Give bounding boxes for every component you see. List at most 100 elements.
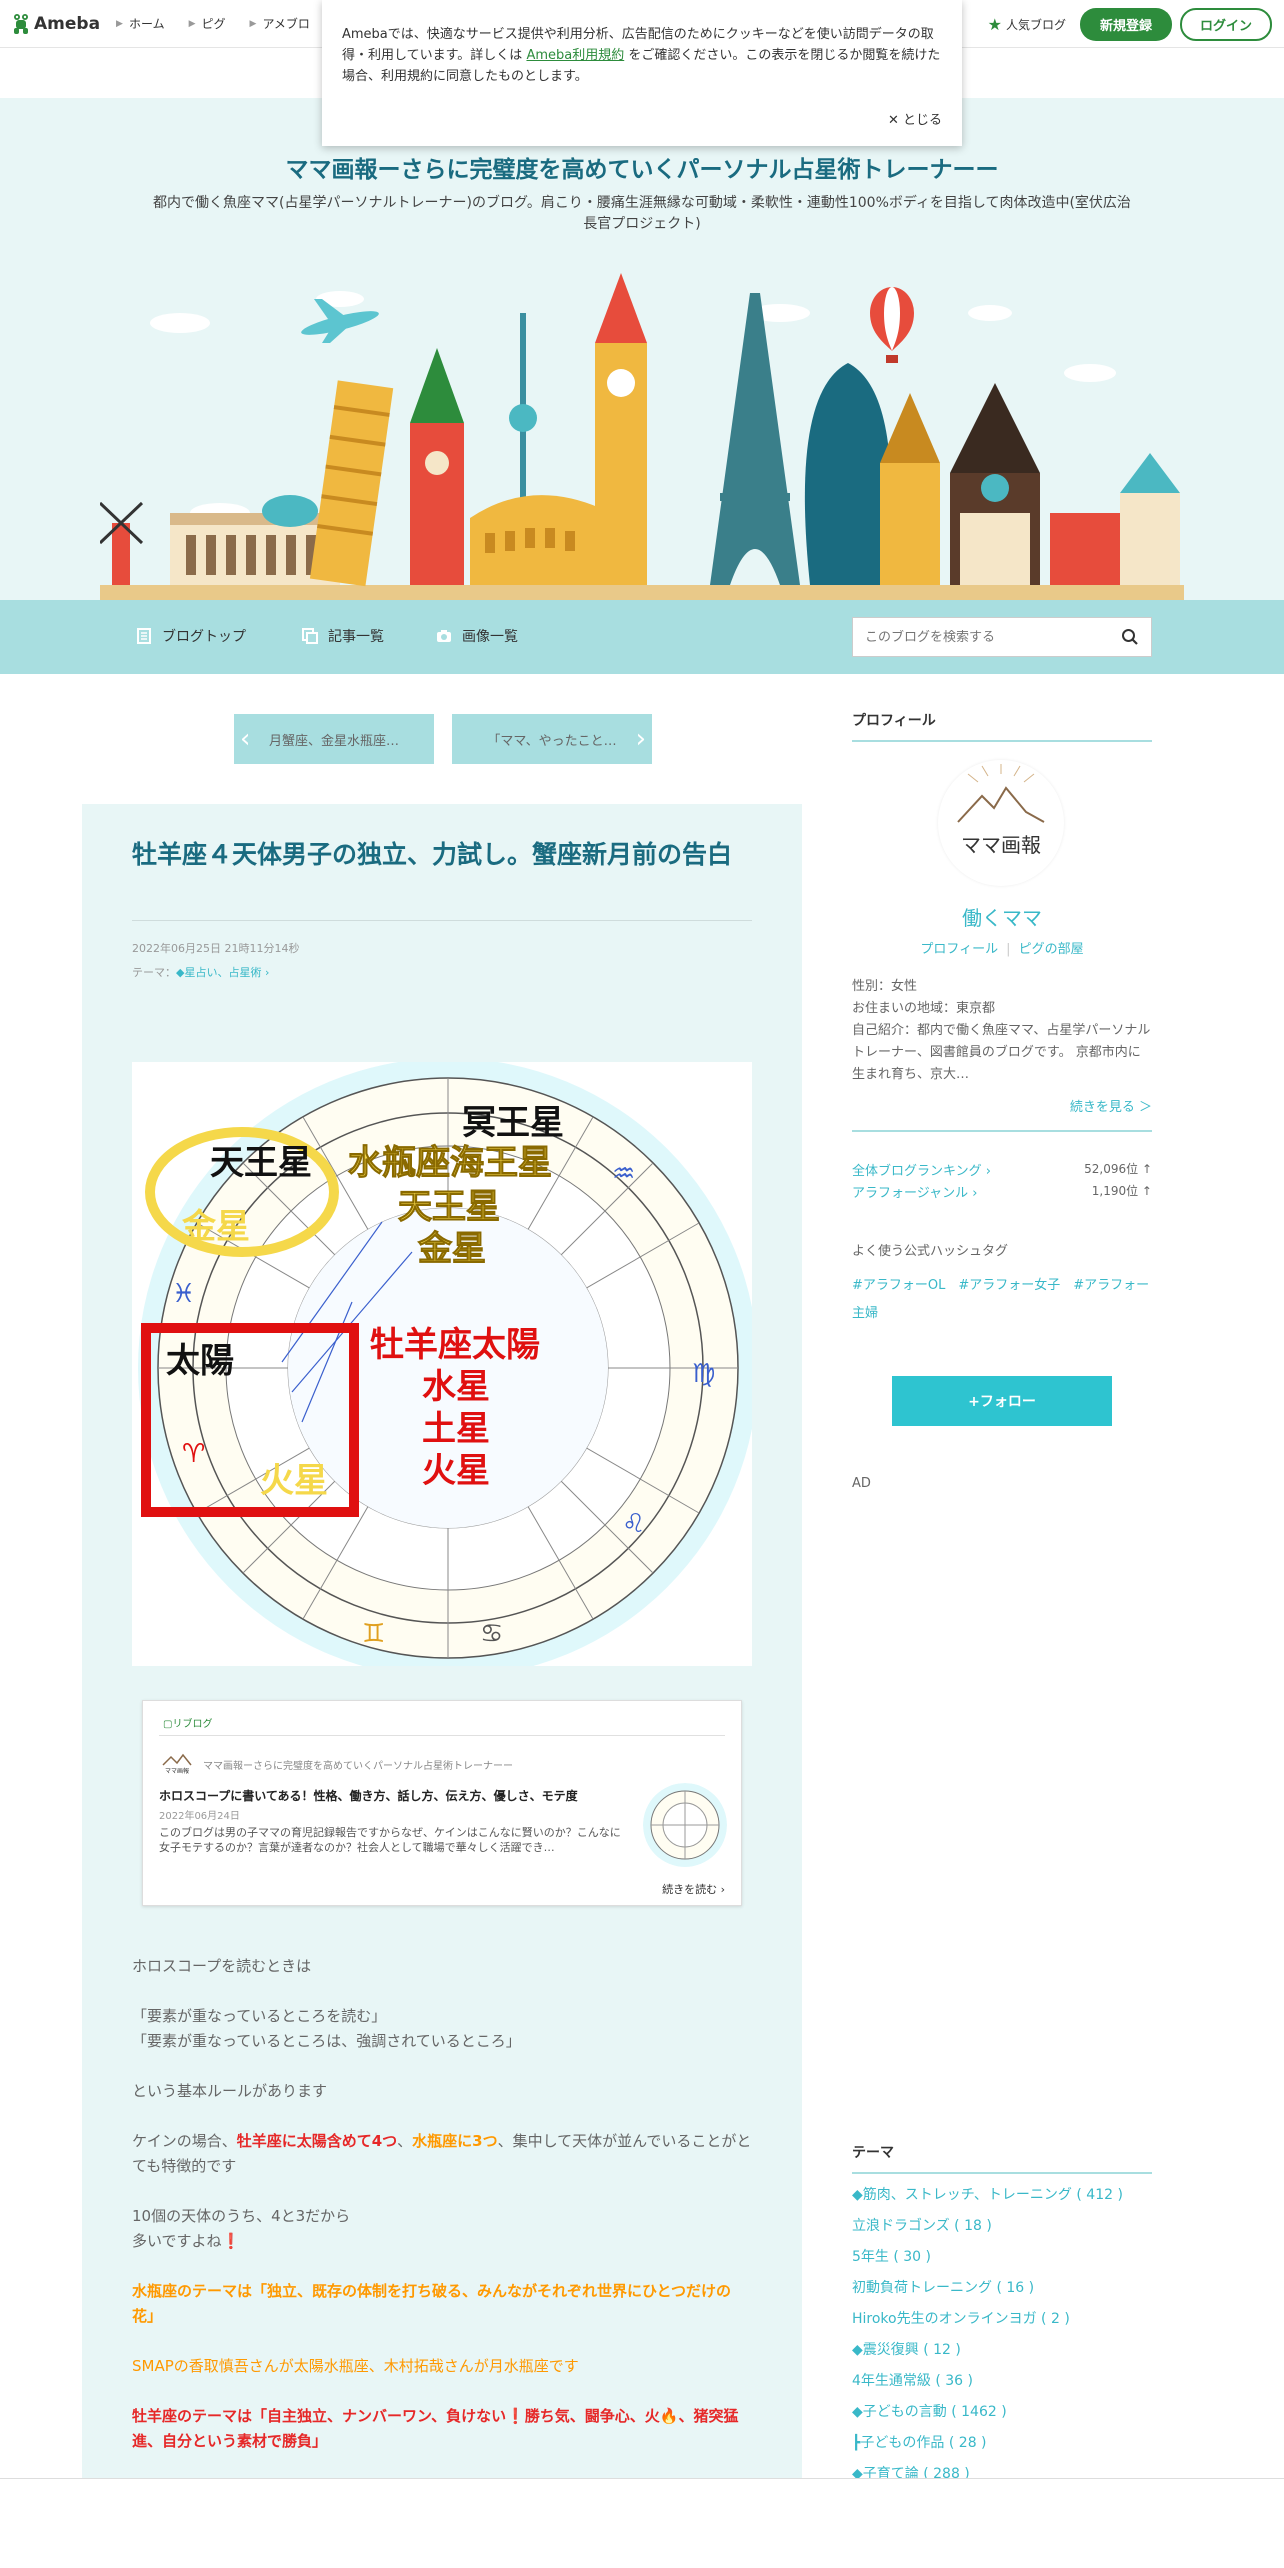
reblog-read-more-label: 続きを読む: [662, 1883, 718, 1896]
top-right-actions: ★ 人気ブログ 新規登録 ログイン: [988, 8, 1272, 41]
follow-button[interactable]: +フォロー: [892, 1376, 1112, 1426]
label-uranus-2: 天王星: [398, 1188, 500, 1226]
label-mercury: 水星: [422, 1368, 490, 1406]
profile-links: プロフィール | ピグの部屋: [852, 938, 1152, 957]
paragraph: ホロスコープを読むときは: [132, 1957, 312, 1975]
cookie-close-button[interactable]: ✕ とじる: [888, 109, 942, 128]
paragraph: 「要素が重なっているところを読む」 「要素が重なっているところは、強調されていると…: [132, 2004, 752, 2054]
reblog-date: 2022年06月24日: [159, 1811, 240, 1822]
popular-label: 人気ブログ: [1005, 18, 1066, 32]
reblog-card[interactable]: ▢リブログ ママ画報 ママ画報ーさらに完璧度を高めていくパーソナル占星術トレーナ…: [142, 1700, 742, 1906]
horoscope-wheel-graphic: 冥王星 天王星 水瓶座海王星 天王星 金星 金星 太陽 牡羊座太陽 水星 土星 …: [138, 1062, 752, 1666]
theme-item[interactable]: 立浪ドラゴンズ ( 18 ): [852, 2211, 1152, 2242]
article-theme: テーマ：◆星占い、占星術 ›: [132, 964, 269, 980]
avatar[interactable]: ママ画報: [938, 760, 1064, 886]
hashtag-list[interactable]: #アラフォーOL #アラフォー女子 #アラフォー主婦: [852, 1272, 1152, 1328]
theme-item[interactable]: Hiroko先生のオンラインヨガ ( 2 ): [852, 2304, 1152, 2335]
logo-text: Ameba: [34, 13, 101, 34]
next-article-button[interactable]: 「ママ、やったこと… ›: [452, 714, 652, 764]
genre-ranking-link[interactable]: アラフォージャンル ›: [852, 1186, 977, 1201]
label-venus-1: 金星: [181, 1207, 250, 1246]
reblog-title[interactable]: ホロスコープに書いてある！性格、働き方、話し方、伝え方、優しさ、モテ度: [159, 1787, 578, 1804]
theme-item[interactable]: 5年生 ( 30 ): [852, 2242, 1152, 2273]
label-aquarius-neptune: 水瓶座海王星: [348, 1144, 552, 1182]
nav-article-list-label: 記事一覧: [328, 629, 384, 645]
reblog-read-more-link[interactable]: 続きを読む ›: [662, 1881, 725, 1897]
pig-room-link[interactable]: ピグの部屋: [1019, 942, 1084, 957]
theme-item[interactable]: 初動負荷トレーニング ( 16 ): [852, 2273, 1152, 2304]
cookie-text: Amebaでは、快適なサービス提供や利用分析、広告配信のためにクッキーなどを使い…: [342, 24, 942, 87]
profile-divider: [852, 1130, 1152, 1132]
fire-icon: 🔥: [659, 2407, 679, 2425]
close-icon: ✕: [887, 113, 899, 128]
avatar-text: ママ画報: [961, 834, 1041, 857]
ameba-logo[interactable]: Ameba: [12, 13, 100, 35]
nav-pig[interactable]: ▶ ピグ: [189, 15, 226, 32]
genre-ranking-label: アラフォージャンル: [852, 1186, 969, 1201]
svg-text:♓: ♓: [172, 1279, 195, 1309]
svg-text:♌: ♌: [622, 1509, 645, 1539]
overall-ranking-link[interactable]: 全体ブログランキング ›: [852, 1164, 991, 1179]
theme-item[interactable]: ◆筋肉、ストレッチ、トレーニング ( 412 ): [852, 2180, 1152, 2211]
sidebar: プロフィール ママ画報 働くママ プロフィール | ピグの部屋 性別：女性 お住まい…: [852, 710, 1152, 1491]
profile-region: お住まいの地域：東京都: [852, 1001, 996, 1016]
nav-blog-top[interactable]: ブログトップ: [136, 626, 246, 646]
label-pluto: 冥王星: [462, 1104, 564, 1142]
theme-item[interactable]: ◆子どもの言動 ( 1462 ): [852, 2397, 1152, 2428]
blog-header: ママ画報ーさらに完璧度を高めていくパーソナル占星術トレーナーー 都内で働く魚座マ…: [0, 98, 1284, 600]
blog-search-input[interactable]: [865, 629, 1121, 645]
blog-logo-icon: ママ画報: [162, 1753, 192, 1775]
popular-blog-link[interactable]: ★ 人気ブログ: [988, 15, 1066, 34]
text-span: 牡羊座のテーマは「自主独立、ナンバーワン、負けない: [132, 2407, 507, 2425]
theme-item[interactable]: ◆震災復興 ( 12 ): [852, 2335, 1152, 2366]
profile-gender: 性別：女性: [852, 979, 918, 994]
profile-info: 性別：女性 お住まいの地域：東京都 自己紹介：都内で働く魚座ママ、占星学パーソナ…: [852, 976, 1152, 1086]
nav-ameblo[interactable]: ▶ アメブロ: [250, 15, 310, 32]
nav-home[interactable]: ▶ ホーム: [116, 15, 165, 32]
profile-name[interactable]: 働くママ: [852, 902, 1152, 931]
nav-image-list[interactable]: 画像一覧: [436, 626, 518, 646]
terms-link[interactable]: Ameba利用規約: [526, 48, 624, 63]
theme-heading: テーマ: [852, 2142, 1152, 2174]
text-span: ケインの場合、: [132, 2132, 237, 2150]
article-body: ホロスコープを読むときは 「要素が重なっているところを読む」 「要素が重なっている…: [132, 1954, 752, 2479]
profile-heading: プロフィール: [852, 710, 1152, 742]
copy-icon: [302, 628, 318, 644]
nav-image-list-label: 画像一覧: [462, 629, 518, 645]
theme-link-label: ◆星占い、占星術: [176, 966, 262, 979]
label-sun: 太陽: [166, 1342, 234, 1380]
exclamation-icon: ❗: [221, 2232, 241, 2250]
nav-article-list[interactable]: 記事一覧: [302, 626, 384, 646]
blog-nav-bar: ブログトップ 記事一覧 画像一覧: [0, 600, 1284, 674]
cookie-close-label: とじる: [902, 113, 942, 128]
mountain-logo-icon: ママ画報: [957, 764, 1045, 857]
prev-article-button[interactable]: ‹ 月蟹座、金星水瓶座…: [234, 714, 434, 764]
nav-home-label: ホーム: [128, 17, 165, 31]
blog-title[interactable]: ママ画報ーさらに完璧度を高めていくパーソナル占星術トレーナーー: [0, 150, 1284, 184]
article-title[interactable]: 牡羊座４天体男子の独立、力試し。蟹座新月前の告白: [132, 836, 752, 874]
camera-icon: [437, 630, 451, 642]
register-button[interactable]: 新規登録: [1079, 8, 1172, 41]
theme-item[interactable]: ┣子どもの作品 ( 28 ): [852, 2428, 1152, 2459]
text-span: 、: [397, 2132, 413, 2150]
genre-ranking-value: 1,190位 ↑: [1091, 1184, 1152, 1198]
profile-link[interactable]: プロフィール: [920, 942, 998, 957]
label-mars-1: 火星: [260, 1462, 328, 1500]
chevron-right-icon: ›: [635, 724, 646, 754]
exclamation-icon: ❗: [506, 2407, 525, 2425]
login-button[interactable]: ログイン: [1179, 8, 1272, 41]
theme-link[interactable]: ◆星占い、占星術 ›: [176, 966, 269, 979]
theme-section: テーマ ◆筋肉、ストレッチ、トレーニング ( 412 ) 立浪ドラゴンズ ( 1…: [852, 2142, 1152, 2490]
next-article-label: 「ママ、やったこと…: [487, 733, 617, 749]
paragraph: SMAPの香取慎吾さんが太陽水瓶座、木村拓哉さんが月水瓶座です: [132, 2357, 579, 2375]
paragraph: 牡羊座のテーマは「自主独立、ナンバーワン、負けない❗勝ち気、闘争心、火🔥、猪突猛…: [132, 2404, 752, 2454]
search-icon[interactable]: [1121, 628, 1139, 646]
profile-read-more-link[interactable]: 続きを見る ＞: [1070, 1096, 1152, 1115]
hashtag-heading: よく使う公式ハッシュタグ: [852, 1244, 1009, 1259]
label-uranus-1: 天王星: [210, 1144, 312, 1182]
svg-text:♍: ♍: [692, 1359, 715, 1389]
paragraph-line: 10個の天体のうち、4と3だから: [132, 2207, 351, 2225]
theme-item[interactable]: 4年生通常級 ( 36 ): [852, 2366, 1152, 2397]
horoscope-chart-image[interactable]: 冥王星 天王星 水瓶座海王星 天王星 金星 金星 太陽 牡羊座太陽 水星 土星 …: [132, 1062, 752, 1666]
label-saturn: 土星: [422, 1410, 490, 1448]
